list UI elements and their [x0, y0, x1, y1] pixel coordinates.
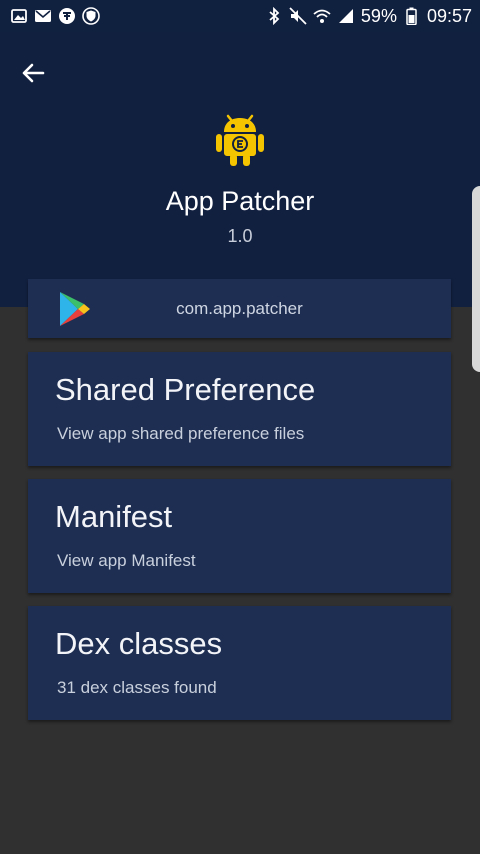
package-name: com.app.patcher — [176, 299, 303, 318]
status-left — [10, 7, 100, 25]
app-title: App Patcher — [165, 186, 315, 216]
shared-preference-card[interactable]: Shared Preference View app shared prefer… — [28, 352, 451, 466]
app-version: 1.0 — [227, 226, 253, 246]
android-icon — [216, 110, 264, 166]
status-right: 59% 09:57 — [265, 6, 472, 27]
shield-icon — [82, 7, 100, 25]
mail-icon — [34, 7, 52, 25]
bluetooth-icon — [265, 7, 283, 25]
package-card[interactable]: com.app.patcher — [28, 279, 451, 338]
battery-percent: 59% — [360, 5, 397, 26]
status-bar: 59% 09:57 — [0, 0, 480, 32]
card-title: Shared Preference — [55, 372, 316, 407]
torrent-icon — [58, 7, 76, 25]
card-title: Dex classes — [55, 626, 223, 661]
battery-icon — [403, 7, 421, 25]
card-title: Manifest — [55, 499, 173, 534]
signal-icon — [337, 7, 355, 25]
card-subtitle: View app shared preference files — [57, 424, 305, 443]
wifi-icon — [313, 7, 331, 25]
dex-classes-card[interactable]: Dex classes 31 dex classes found — [28, 606, 451, 720]
app-header: App Patcher 1.0 — [0, 32, 480, 307]
arrow-back-icon — [22, 63, 45, 83]
clock: 09:57 — [426, 5, 472, 26]
card-subtitle: View app Manifest — [57, 551, 196, 570]
back-button[interactable] — [14, 54, 52, 92]
edge-panel-handle[interactable] — [472, 186, 480, 372]
card-subtitle: 31 dex classes found — [57, 678, 217, 697]
manifest-card[interactable]: Manifest View app Manifest — [28, 479, 451, 593]
gallery-icon — [10, 7, 28, 25]
mute-icon — [289, 7, 307, 25]
